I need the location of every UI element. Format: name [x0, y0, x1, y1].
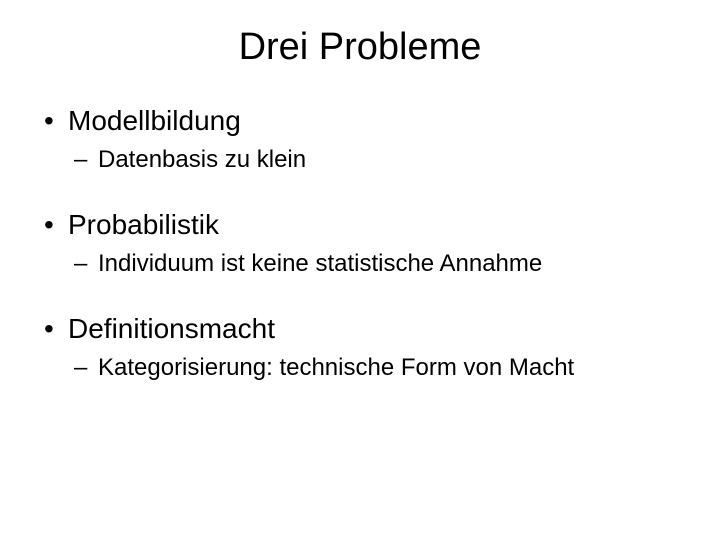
list-item: Probabilistik Individuum ist keine stati…: [40, 207, 680, 279]
list-item-label: Modellbildung: [68, 105, 241, 136]
list-item-label: Definitionsmacht: [68, 313, 275, 344]
slide-title: Drei Probleme: [40, 26, 680, 69]
sub-list-item: Kategorisierung: technische Form von Mac…: [68, 352, 680, 383]
list-item: Definitionsmacht Kategorisierung: techni…: [40, 311, 680, 383]
list-item: Modellbildung Datenbasis zu klein: [40, 103, 680, 175]
list-item-label: Probabilistik: [68, 209, 219, 240]
sub-list: Datenbasis zu klein: [68, 144, 680, 175]
sub-list-item-label: Kategorisierung: technische Form von Mac…: [98, 354, 574, 381]
sub-list-item: Individuum ist keine statistische Annahm…: [68, 248, 680, 279]
sub-list-item-label: Datenbasis zu klein: [98, 146, 306, 173]
sub-list: Kategorisierung: technische Form von Mac…: [68, 352, 680, 383]
sub-list-item: Datenbasis zu klein: [68, 144, 680, 175]
sub-list: Individuum ist keine statistische Annahm…: [68, 248, 680, 279]
sub-list-item-label: Individuum ist keine statistische Annahm…: [98, 250, 542, 277]
bullet-list: Modellbildung Datenbasis zu klein Probab…: [40, 103, 680, 384]
slide: Drei Probleme Modellbildung Datenbasis z…: [0, 0, 720, 540]
